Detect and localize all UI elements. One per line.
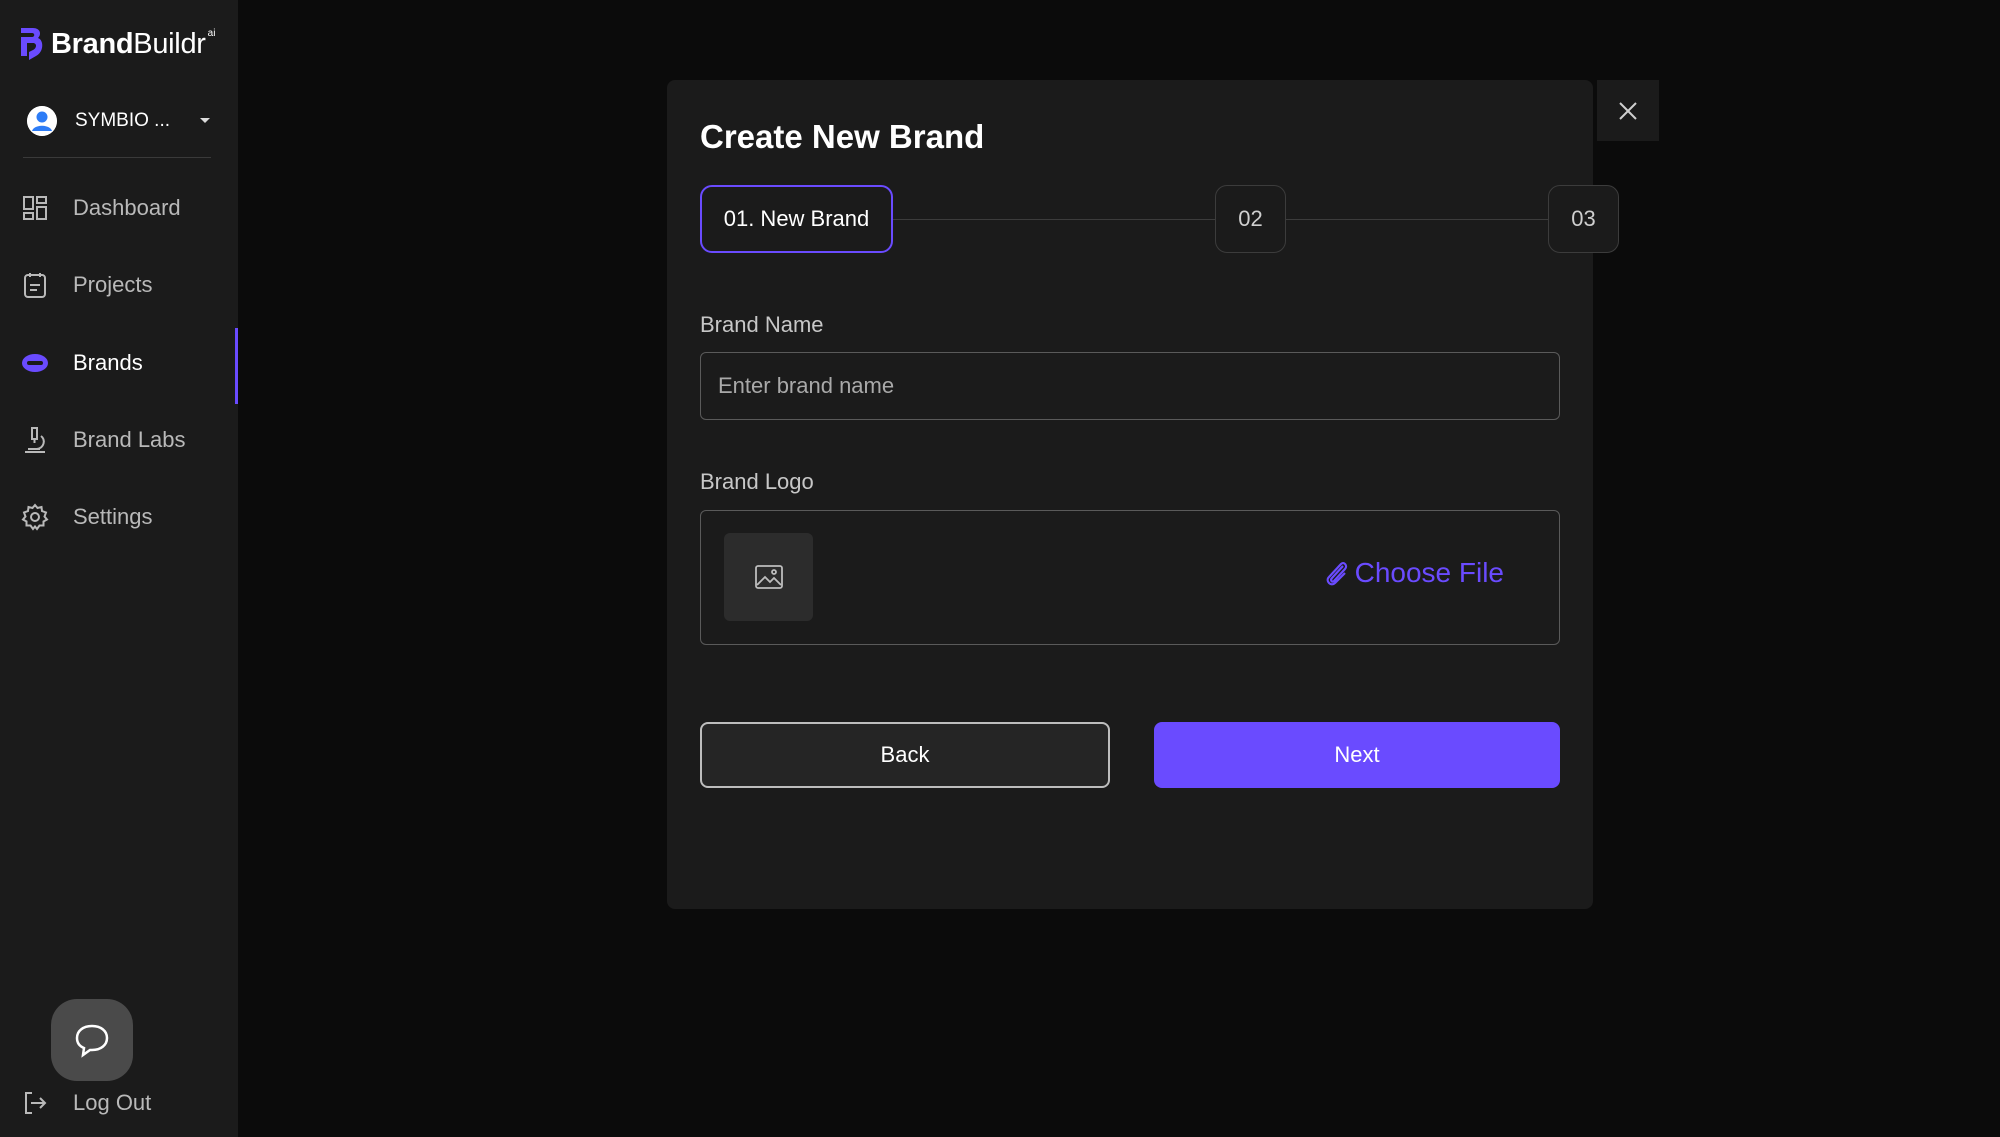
brand-logo[interactable]: BrandBuildr ai — [18, 26, 215, 62]
brand-logo-label: Brand Logo — [700, 469, 814, 494]
paperclip-icon — [1326, 562, 1347, 586]
brand-superscript: ai — [207, 28, 216, 39]
brand-name-label: Brand Name — [700, 312, 824, 337]
brands-icon — [20, 348, 50, 378]
image-placeholder-icon — [754, 565, 783, 589]
step-connector — [893, 219, 1215, 220]
user-avatar-icon — [27, 106, 57, 136]
brandbuildr-logo-mark-icon — [21, 28, 43, 60]
close-modal-button[interactable] — [1597, 80, 1659, 141]
brand-logo-upload: Choose File — [700, 510, 1560, 645]
create-brand-modal: Create New Brand 01. New Brand 02 03 Bra… — [667, 80, 1619, 909]
avatar — [27, 106, 57, 136]
logout-icon — [20, 1088, 50, 1118]
modal-title: Create New Brand — [700, 118, 985, 155]
step-3[interactable]: 03 — [1548, 185, 1619, 253]
sidebar-item-dashboard[interactable]: Dashboard — [0, 178, 238, 238]
account-switcher[interactable]: SYMBIO ... — [27, 104, 213, 138]
app-root: BrandBuildr ai SYMBIO ... Dashboard Proj… — [0, 0, 2000, 1137]
gear-icon — [20, 502, 50, 532]
dashboard-icon — [20, 193, 50, 223]
sidebar-divider — [23, 157, 211, 158]
support-chat-button[interactable] — [51, 999, 133, 1081]
chat-icon — [75, 1024, 109, 1058]
sidebar-item-label: Brands — [73, 350, 143, 375]
next-button[interactable]: Next — [1154, 722, 1560, 788]
choose-file-label: Choose File — [1354, 557, 1504, 588]
close-icon — [1619, 101, 1637, 120]
brand-wordmark: BrandBuildr — [51, 27, 206, 60]
logo-preview — [724, 533, 813, 621]
sidebar: BrandBuildr ai SYMBIO ... Dashboard Proj… — [0, 0, 238, 1137]
projects-icon — [20, 270, 50, 300]
sidebar-item-label: Settings — [73, 504, 153, 529]
sidebar-item-brands[interactable]: Brands — [0, 328, 238, 404]
logout-label: Log Out — [73, 1090, 152, 1115]
brand-name-input[interactable] — [700, 352, 1560, 420]
sidebar-item-projects[interactable]: Projects — [0, 255, 238, 315]
stepper: 01. New Brand 02 03 — [700, 185, 1619, 255]
sidebar-item-label: Dashboard — [73, 195, 181, 220]
caret-down-icon — [200, 118, 210, 123]
sidebar-item-brand-labs[interactable]: Brand Labs — [0, 410, 238, 470]
step-1[interactable]: 01. New Brand — [700, 185, 893, 253]
choose-file-button[interactable]: Choose File — [1323, 557, 1504, 589]
microscope-icon — [20, 425, 50, 455]
sidebar-item-label: Projects — [73, 272, 153, 297]
logout-button[interactable]: Log Out — [0, 1083, 238, 1123]
back-button[interactable]: Back — [700, 722, 1110, 788]
sidebar-item-label: Brand Labs — [73, 427, 186, 452]
account-name: SYMBIO ... — [75, 110, 171, 131]
step-2[interactable]: 02 — [1215, 185, 1286, 253]
step-connector — [1286, 219, 1548, 220]
sidebar-item-settings[interactable]: Settings — [0, 487, 238, 547]
